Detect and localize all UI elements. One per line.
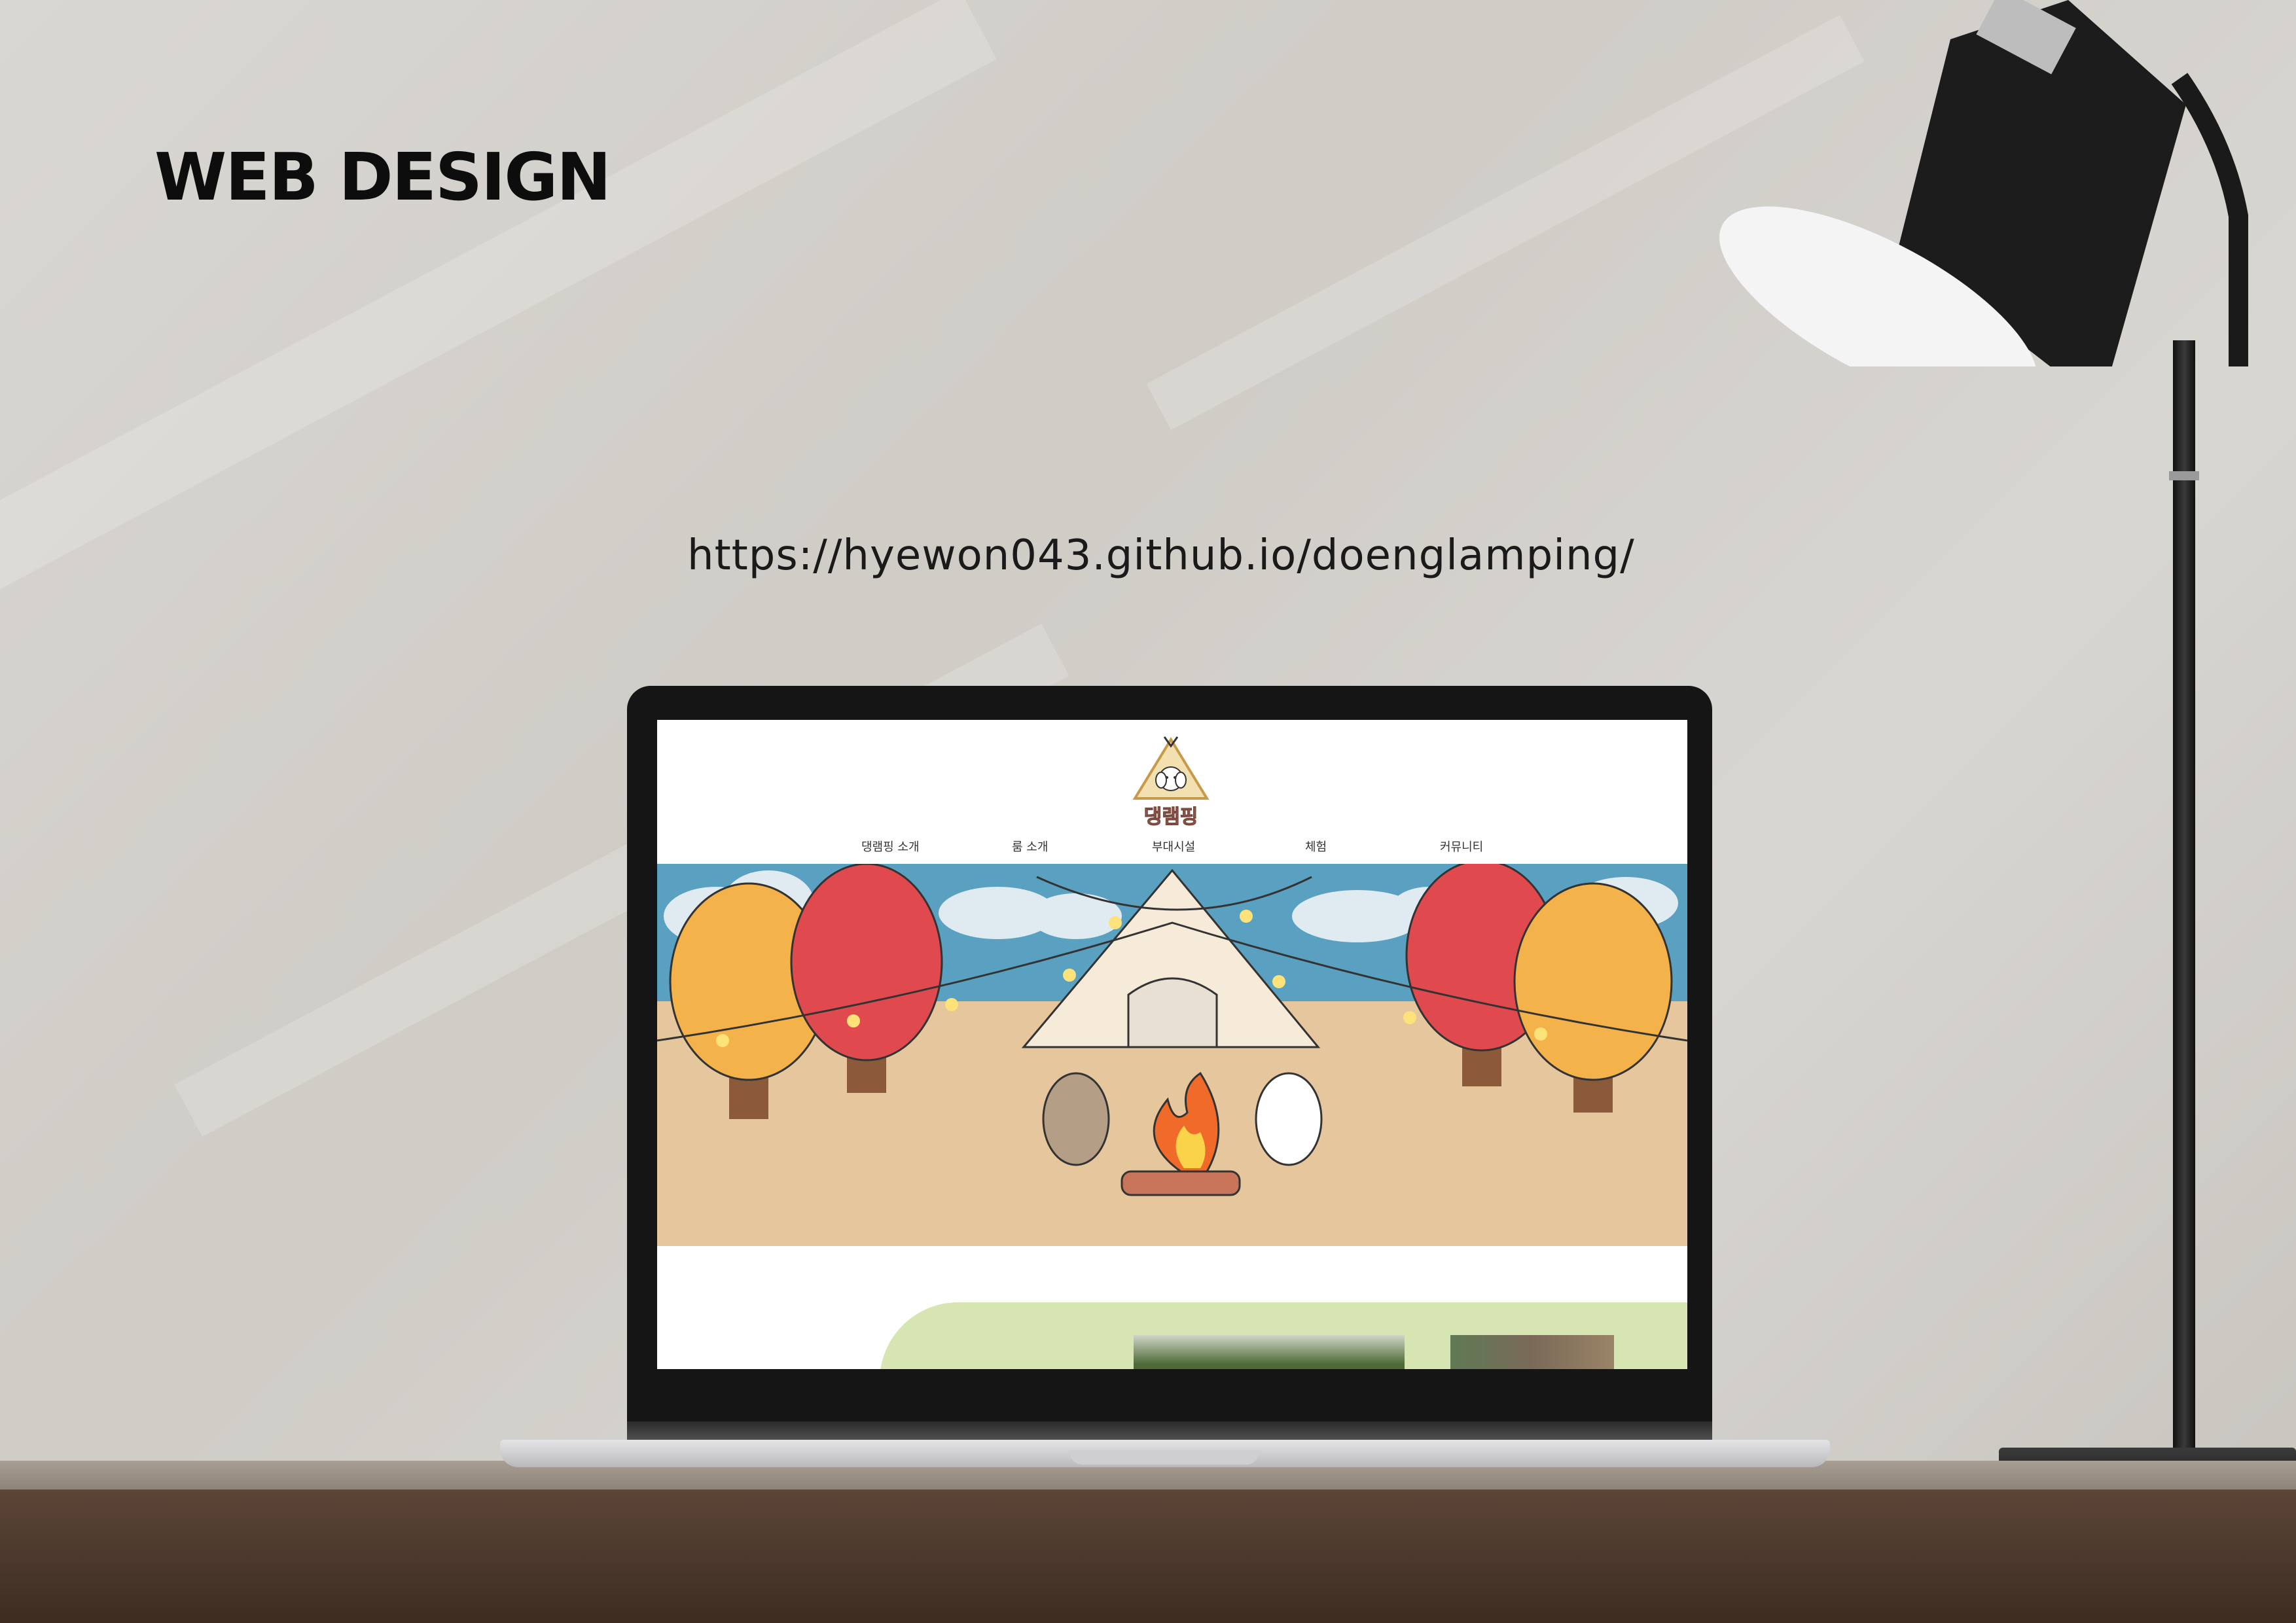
site-nav: 댕램핑 소개 룸 소개 부대시설 체험 커뮤니티 xyxy=(657,838,1687,857)
nav-item-about[interactable]: 댕램핑 소개 xyxy=(861,838,920,855)
hero-illustration xyxy=(657,864,1687,1246)
laptop-screen: 댕램핑 댕램핑 소개 룸 소개 부대시설 체험 커뮤니티 xyxy=(657,720,1687,1369)
brown-dog xyxy=(1042,1072,1110,1166)
photo-thumbnail[interactable] xyxy=(1450,1335,1614,1369)
logo-text: 댕램핑 xyxy=(1144,806,1198,829)
site-url[interactable]: https://hyewon043.github.io/doenglamping… xyxy=(687,531,1635,580)
page-heading: WEB DESIGN xyxy=(154,139,611,215)
site-logo[interactable]: 댕램핑 xyxy=(1115,733,1227,831)
nav-item-experience[interactable]: 체험 xyxy=(1305,838,1327,855)
white-dog xyxy=(1255,1072,1323,1166)
laptop-notch xyxy=(1069,1450,1259,1465)
table-edge xyxy=(0,1489,2296,1623)
nav-item-community[interactable]: 커뮤니티 xyxy=(1440,838,1483,855)
nav-item-rooms[interactable]: 룸 소개 xyxy=(1012,838,1048,855)
nav-item-facilities[interactable]: 부대시설 xyxy=(1152,838,1195,855)
photo-thumbnail[interactable] xyxy=(1134,1335,1405,1369)
